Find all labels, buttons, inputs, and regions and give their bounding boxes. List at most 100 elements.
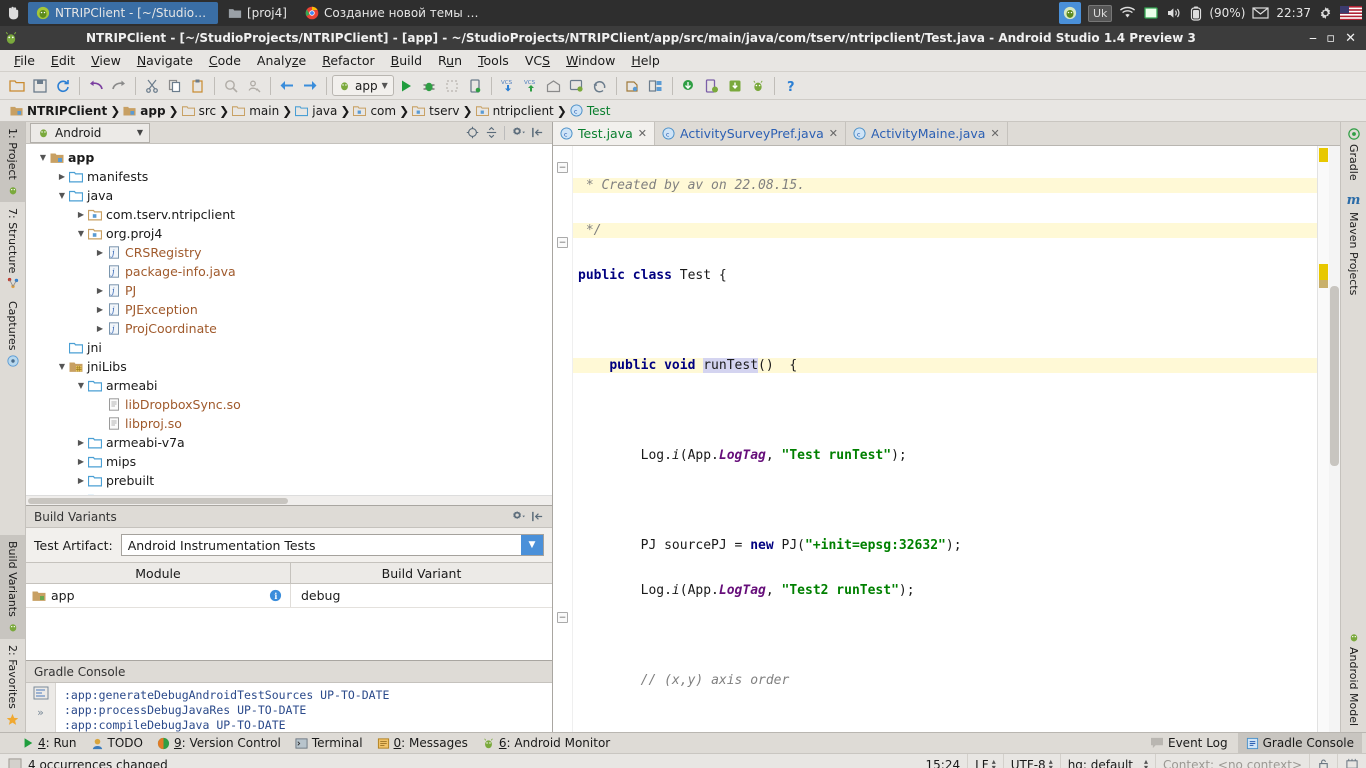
editor-tab-test-java[interactable]: c Test.java ✕ (553, 122, 655, 145)
tree-node[interactable]: j package-info.java (26, 262, 552, 281)
tree-node[interactable]: libproj.so (26, 414, 552, 433)
info-icon[interactable]: i (269, 589, 282, 602)
taskbar-item-proj4[interactable]: [proj4] (220, 2, 295, 24)
breadcrumb-item-java[interactable]: java (293, 104, 339, 118)
code-editor[interactable]: − − − * Created by av on 22.08.15. */ pu… (553, 146, 1340, 732)
run-icon[interactable] (395, 75, 417, 97)
tree-node[interactable]: ▶ j ProjCoordinate (26, 319, 552, 338)
chevron-down-icon[interactable]: ▼ (76, 229, 86, 238)
android-icon[interactable] (747, 75, 769, 97)
chevron-right-icon[interactable]: ▶ (95, 248, 105, 257)
caret-position[interactable]: 15:24 (919, 754, 968, 768)
tree-node[interactable]: ▼ jniLibs (26, 357, 552, 376)
tree-horizontal-scrollbar[interactable] (26, 495, 552, 505)
scrollbar-thumb[interactable] (28, 498, 288, 504)
tree-node[interactable]: ▶ prebuilt (26, 471, 552, 490)
error-stripe[interactable] (1317, 146, 1329, 732)
hide-icon[interactable] (531, 126, 544, 139)
dropbox-icon[interactable] (1143, 5, 1159, 21)
chevron-down-icon[interactable]: ▼ (38, 153, 48, 162)
menu-navigate[interactable]: Navigate (129, 51, 201, 70)
memory-indicator-icon[interactable] (1337, 754, 1366, 768)
wrap-text-icon[interactable] (33, 686, 49, 700)
chevron-right-icon[interactable]: ▶ (95, 286, 105, 295)
sidebar-item-project[interactable]: 1: Project (0, 122, 25, 202)
flag-icon[interactable] (1340, 6, 1362, 20)
editor-vertical-scrollbar[interactable] (1329, 146, 1340, 732)
tree-node[interactable]: ▶ mips (26, 452, 552, 471)
maximize-button[interactable]: ▫ (1326, 31, 1335, 46)
breadcrumb-item-main[interactable]: main (230, 104, 281, 118)
test-artifact-select[interactable]: Android Instrumentation Tests ▼ (120, 534, 544, 556)
lock-icon[interactable] (1309, 754, 1337, 768)
sidebar-item-gradle[interactable]: Gradle (1341, 122, 1366, 187)
target-icon[interactable] (466, 126, 479, 139)
chevron-down-icon[interactable]: ▼ (57, 191, 67, 200)
bottom-item-version-control[interactable]: 9: Version Control (157, 736, 281, 750)
breadcrumb-item-tserv[interactable]: tserv (410, 104, 461, 118)
sidebar-item-favorites[interactable]: 2: Favorites (0, 639, 25, 732)
sdk-update-icon[interactable] (678, 75, 700, 97)
breadcrumb-item-com[interactable]: com (351, 104, 398, 118)
mail-icon[interactable] (1252, 7, 1270, 19)
tree-node[interactable]: ▼ app (26, 148, 552, 167)
bottom-item-gradle-console[interactable]: Gradle Console (1237, 733, 1362, 753)
fold-icon[interactable]: − (557, 237, 568, 248)
scrollbar-thumb[interactable] (1330, 286, 1339, 466)
encoding-selector[interactable]: UTF-8 ▴ ▾ (1002, 754, 1060, 768)
tree-node[interactable]: libDropboxSync.so (26, 395, 552, 414)
battery-icon[interactable] (1190, 6, 1202, 21)
help-icon[interactable]: ? (780, 75, 802, 97)
editor-tab-activitymaine-java[interactable]: c ActivityMaine.java ✕ (846, 122, 1008, 145)
chevron-down-icon[interactable]: ▼ (57, 362, 67, 371)
show-desktop-icon[interactable] (0, 0, 28, 26)
forward-icon[interactable] (299, 75, 321, 97)
bottom-item-todo[interactable]: TODO (91, 736, 143, 750)
menu-build[interactable]: Build (383, 51, 430, 70)
hide-icon[interactable] (531, 510, 544, 523)
menu-edit[interactable]: Edit (43, 51, 83, 70)
find-icon[interactable] (220, 75, 242, 97)
project-view-selector[interactable]: Android ▼ (30, 122, 150, 143)
tree-node[interactable]: ▶ j PJ (26, 281, 552, 300)
menu-view[interactable]: View (83, 51, 129, 70)
bottom-item-messages[interactable]: 0: Messages (377, 736, 468, 750)
wifi-icon[interactable] (1119, 6, 1136, 20)
menu-run[interactable]: Run (430, 51, 470, 70)
menu-window[interactable]: Window (558, 51, 623, 70)
taskbar-clock[interactable]: 22:37 (1276, 6, 1311, 20)
taskbar-item-chrome[interactable]: Создание новой темы в ... (297, 2, 487, 24)
tree-node[interactable]: ▶ manifests (26, 167, 552, 186)
cut-icon[interactable] (141, 75, 163, 97)
stripe-marker[interactable] (1319, 148, 1328, 162)
chevron-right-icon[interactable]: ▶ (76, 457, 86, 466)
menu-refactor[interactable]: Refactor (314, 51, 382, 70)
project-structure-icon[interactable] (645, 75, 667, 97)
chevron-right-icon[interactable]: ▶ (76, 210, 86, 219)
chevron-down-icon[interactable]: ▼ (76, 381, 86, 390)
bottom-item-run[interactable]: 4: Run (22, 736, 77, 750)
redo-icon[interactable] (108, 75, 130, 97)
chevron-right-icon[interactable]: ▶ (95, 324, 105, 333)
save-all-icon[interactable] (29, 75, 51, 97)
vcs-commit-icon[interactable]: VCS (520, 75, 542, 97)
gear-icon[interactable] (511, 126, 525, 139)
breadcrumb-item-app[interactable]: app (121, 104, 167, 118)
sync-icon[interactable] (52, 75, 74, 97)
breadcrumb-item-ntripclient-pkg[interactable]: ntripclient (474, 104, 556, 118)
tree-node[interactable]: ▶ armeabi-v7a (26, 433, 552, 452)
tree-node[interactable]: ▼ armeabi (26, 376, 552, 395)
line-separator-selector[interactable]: LF ▴ ▾ (967, 754, 1003, 768)
tree-node[interactable]: ▼ org.proj4 (26, 224, 552, 243)
menu-analyze[interactable]: Analyze (249, 51, 314, 70)
tree-node[interactable]: jni (26, 338, 552, 357)
avd-manager-icon[interactable] (566, 75, 588, 97)
open-folder-icon[interactable] (6, 75, 28, 97)
vcs-branch-selector[interactable]: hg: default ▴ ▾ (1059, 754, 1155, 768)
tree-node[interactable]: ▼ java (26, 186, 552, 205)
gradle-sync-icon[interactable] (622, 75, 644, 97)
device-manager-icon[interactable] (701, 75, 723, 97)
coverage-icon[interactable] (441, 75, 463, 97)
run-configuration-selector[interactable]: app ▼ (332, 75, 394, 96)
menu-tools[interactable]: Tools (470, 51, 517, 70)
